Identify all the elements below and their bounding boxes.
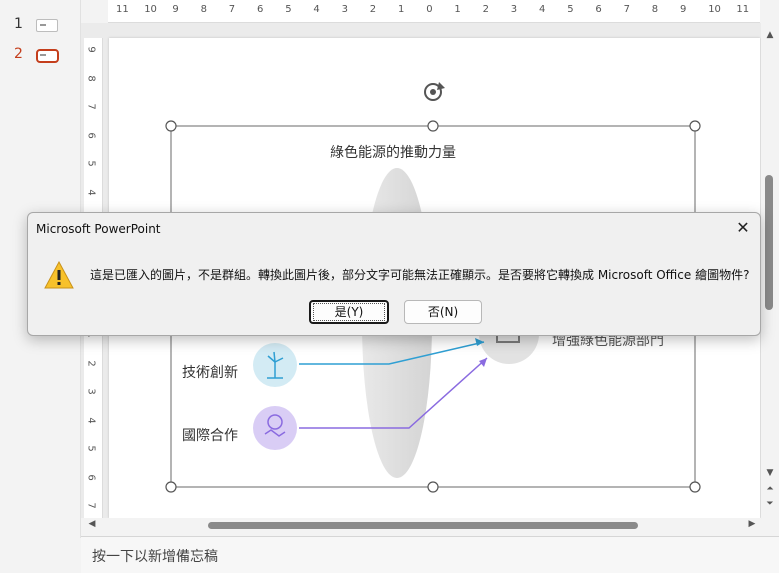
previous-slide-icon[interactable]: ⏶ bbox=[761, 484, 779, 494]
ruler-tick-label: 1 bbox=[398, 4, 405, 15]
ruler-tick-label: 11 bbox=[116, 4, 129, 15]
scroll-right-icon[interactable]: ▶ bbox=[743, 519, 761, 529]
horizontal-scrollbar[interactable]: ◀ ▶ bbox=[81, 518, 761, 532]
horizontal-ruler: 11 10 9 8 7 6 5 4 3 2 1 0 1 2 3 4 5 6 7 8 9 10 11 bbox=[108, 0, 760, 23]
slide-title: 綠色能源的推動力量 bbox=[330, 145, 456, 161]
dialog-title: Microsoft PowerPoint bbox=[36, 222, 161, 236]
ruler-tick-label: 0 bbox=[426, 4, 433, 15]
ruler-tick-label: 6 bbox=[85, 131, 97, 139]
ruler-tick-label: 5 bbox=[85, 445, 97, 452]
scroll-left-icon[interactable]: ◀ bbox=[83, 519, 101, 529]
ruler-tick-label: 8 bbox=[200, 4, 207, 15]
ruler-tick-label: 4 bbox=[85, 188, 97, 196]
rotate-handle-icon[interactable] bbox=[424, 82, 445, 101]
ruler-tick-label: 5 bbox=[567, 4, 574, 15]
ruler-tick-label: 3 bbox=[85, 388, 97, 395]
slide-number-1: 1 bbox=[14, 16, 23, 32]
conversion-dialog: Microsoft PowerPoint ✕ 這是已匯入的圖片，不是群組。轉換此… bbox=[27, 212, 761, 336]
ruler-tick-label: 4 bbox=[85, 416, 97, 424]
ruler-tick-label: 8 bbox=[85, 74, 97, 82]
ruler-tick-label: 6 bbox=[257, 4, 264, 15]
ruler-tick-label: 5 bbox=[285, 4, 292, 15]
ruler-tick-label: 2 bbox=[482, 4, 489, 15]
scroll-up-icon[interactable]: ▲ bbox=[761, 30, 779, 40]
ruler-tick-label: 7 bbox=[85, 103, 97, 110]
ruler-tick-label: 10 bbox=[144, 4, 157, 15]
ruler-tick-label: 9 bbox=[680, 4, 687, 15]
ruler-tick-label: 3 bbox=[341, 4, 348, 15]
ruler-tick-label: 7 bbox=[228, 4, 236, 15]
ruler-tick-label: 6 bbox=[595, 4, 602, 15]
vertical-scrollbar[interactable]: ▲ ▼ ⏶ ⏷ bbox=[761, 0, 779, 518]
dialog-message: 這是已匯入的圖片，不是群組。轉換此圖片後，部分文字可能無法正確顯示。是否要將它轉… bbox=[90, 268, 750, 282]
slide-number-2: 2 bbox=[14, 46, 23, 62]
ruler-tick-label: 4 bbox=[539, 4, 546, 15]
vertical-scroll-thumb[interactable] bbox=[765, 175, 773, 310]
ruler-tick-label: 9 bbox=[85, 46, 97, 53]
horizontal-scroll-thumb[interactable] bbox=[208, 522, 638, 529]
ruler-tick-label: 4 bbox=[313, 4, 320, 15]
warning-icon bbox=[44, 261, 74, 289]
item-label-tech: 技術創新 bbox=[182, 365, 238, 381]
handshake-globe-icon-bg bbox=[253, 406, 297, 450]
ruler-tick-label: 5 bbox=[85, 160, 97, 167]
yes-button[interactable]: 是(Y) bbox=[309, 300, 389, 324]
ruler-tick-label: 11 bbox=[736, 4, 750, 15]
no-button-label: 否(N) bbox=[427, 305, 459, 319]
ruler-tick-label: 7 bbox=[623, 4, 630, 15]
slide-thumbnail-2[interactable] bbox=[36, 49, 59, 63]
ruler-tick-label: 9 bbox=[172, 4, 179, 15]
item-label-intl: 國際合作 bbox=[182, 428, 238, 444]
next-slide-icon[interactable]: ⏷ bbox=[761, 499, 779, 509]
arrowhead-purple bbox=[479, 358, 487, 367]
ruler-tick-label: 3 bbox=[510, 4, 518, 15]
dialog-body: 這是已匯入的圖片，不是群組。轉換此圖片後，部分文字可能無法正確顯示。是否要將它轉… bbox=[28, 243, 760, 335]
ruler-tick-label: 7 bbox=[85, 502, 97, 509]
notes-pane[interactable]: 按一下以新增備忘稿 bbox=[81, 536, 779, 573]
ruler-tick-label: 1 bbox=[454, 4, 461, 15]
ruler-tick-label: 6 bbox=[85, 473, 97, 481]
close-icon[interactable]: ✕ bbox=[732, 217, 754, 239]
notes-placeholder[interactable]: 按一下以新增備忘稿 bbox=[92, 546, 218, 566]
ruler-tick-label: 8 bbox=[651, 4, 659, 15]
ruler-tick-label: 10 bbox=[708, 4, 721, 15]
no-button[interactable]: 否(N) bbox=[404, 300, 482, 324]
scroll-down-icon[interactable]: ▼ bbox=[761, 468, 779, 478]
ruler-tick-label: 2 bbox=[369, 4, 377, 15]
ruler-tick-label: 2 bbox=[85, 359, 97, 367]
slide-thumbnail-1[interactable] bbox=[36, 19, 58, 32]
